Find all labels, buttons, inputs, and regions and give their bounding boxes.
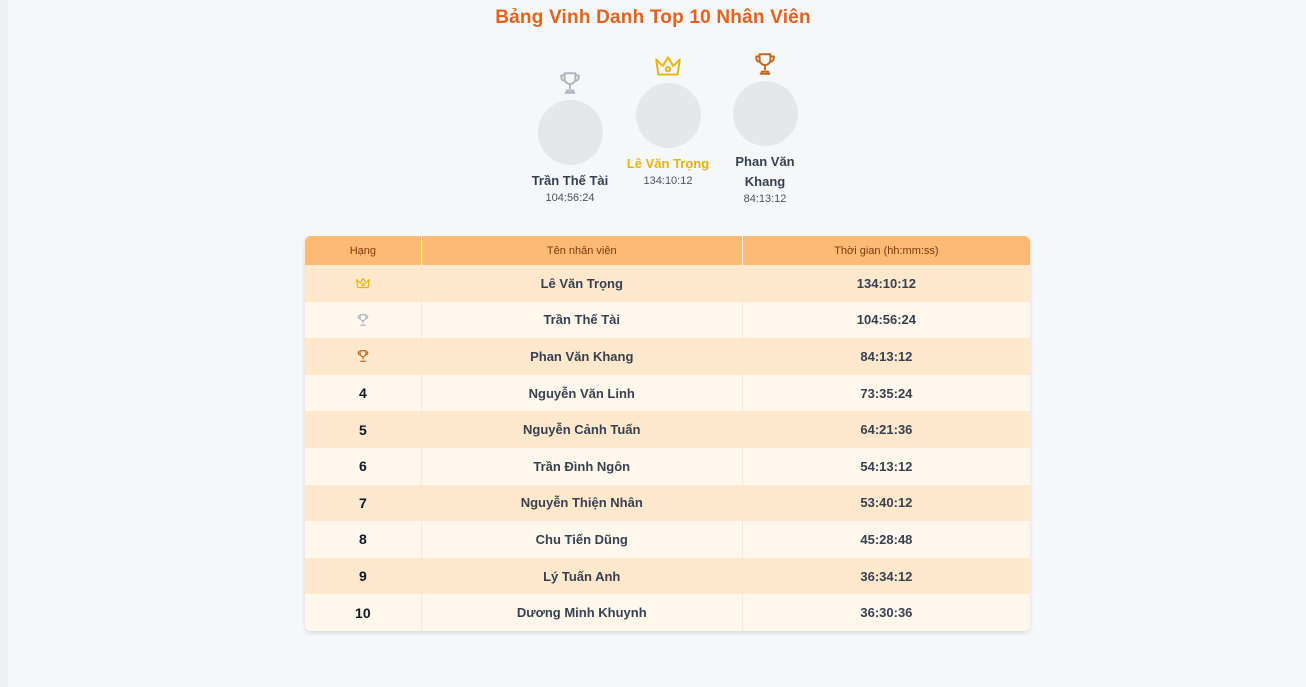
rank-number: 4 (305, 374, 422, 412)
podium-third: Phan Văn Khang 84:13:12 (710, 51, 820, 206)
employee-name: Trần Đình Ngôn (422, 447, 743, 485)
table-row: 9 Lý Tuấn Anh 36:34:12 (305, 557, 1030, 595)
podium-time: 104:56:24 (545, 192, 595, 204)
table-row: 4 Nguyễn Văn Linh 73:35:24 (305, 374, 1030, 412)
employee-name: Lý Tuấn Anh (422, 557, 743, 595)
page-title: Bảng Vinh Danh Top 10 Nhân Viên (495, 7, 811, 28)
rank-number: 7 (305, 484, 422, 522)
employee-time: 134:10:12 (856, 275, 917, 291)
avatar (732, 81, 798, 146)
page-edge (0, 0, 8, 687)
header-name: Tên nhân viên (422, 236, 743, 265)
employee-time: 104:56:24 (856, 312, 917, 328)
employee-time: 36:34:12 (860, 568, 913, 584)
rank-number: 9 (305, 557, 422, 595)
podium-name: Trần Thế Tài (531, 173, 609, 188)
bronze-trophy-icon (357, 350, 369, 363)
table-row: Phan Văn Khang 84:13:12 (305, 338, 1030, 375)
podium-first: Lê Văn Trọng 134:10:12 (613, 53, 723, 188)
rank-number: 5 (305, 411, 422, 448)
gold-crown-icon (355, 278, 370, 289)
silver-trophy-icon (357, 314, 369, 326)
bronze-trophy-icon (755, 53, 775, 75)
employee-name: Chu Tiến Dũng (422, 521, 743, 558)
podium-name: Phan Văn Khang (735, 154, 795, 189)
employee-name: Trần Thế Tài (422, 301, 743, 339)
rank-cell (305, 265, 422, 302)
rank-number: 10 (305, 594, 422, 631)
employee-name: Lê Văn Trọng (422, 265, 743, 302)
avatar (635, 83, 701, 148)
avatar (537, 100, 603, 165)
header-rank: Hạng (305, 236, 422, 265)
podium-time: 134:10:12 (643, 175, 693, 187)
table-header: Hạng Tên nhân viên Thời gian (hh:mm:ss) (305, 236, 1030, 265)
employee-name: Nguyễn Cảnh Tuấn (422, 411, 743, 448)
ranking-table: Hạng Tên nhân viên Thời gian (hh:mm:ss) … (305, 236, 1030, 631)
table-row: 5 Nguyễn Cảnh Tuấn 64:21:36 (305, 411, 1030, 448)
employee-time: 64:21:36 (860, 422, 913, 438)
table-row: 6 Trần Đình Ngôn 54:13:12 (305, 447, 1030, 485)
rank-number: 8 (305, 521, 422, 558)
table-row: Lê Văn Trọng 134:10:12 (305, 265, 1030, 302)
employee-name: Phan Văn Khang (422, 338, 743, 375)
table-row: 10 Dương Minh Khuynh 36:30:36 (305, 594, 1030, 631)
rank-cell (305, 301, 422, 339)
employee-name: Nguyễn Thiện Nhân (422, 484, 743, 522)
table-row: Trần Thế Tài 104:56:24 (305, 301, 1030, 339)
employee-name: Dương Minh Khuynh (422, 594, 743, 631)
employee-time: 36:30:36 (860, 605, 913, 621)
rank-cell (305, 338, 422, 375)
employee-time: 53:40:12 (860, 495, 913, 511)
table-row: 7 Nguyễn Thiện Nhân 53:40:12 (305, 484, 1030, 522)
gold-crown-icon (655, 56, 681, 76)
employee-time: 54:13:12 (860, 458, 913, 474)
employee-name: Nguyễn Văn Linh (422, 374, 743, 412)
podium-time: 84:13:12 (743, 193, 787, 205)
podium-name: Lê Văn Trọng (626, 156, 710, 171)
podium-second: Trần Thế Tài 104:56:24 (515, 70, 625, 205)
silver-trophy-icon (560, 72, 580, 94)
table-row: 8 Chu Tiến Dũng 45:28:48 (305, 521, 1030, 558)
employee-time: 45:28:48 (860, 531, 913, 547)
employee-time: 84:13:12 (860, 348, 913, 364)
header-time: Thời gian (hh:mm:ss) (834, 244, 939, 257)
employee-time: 73:35:24 (860, 385, 913, 401)
rank-number: 6 (305, 447, 422, 485)
